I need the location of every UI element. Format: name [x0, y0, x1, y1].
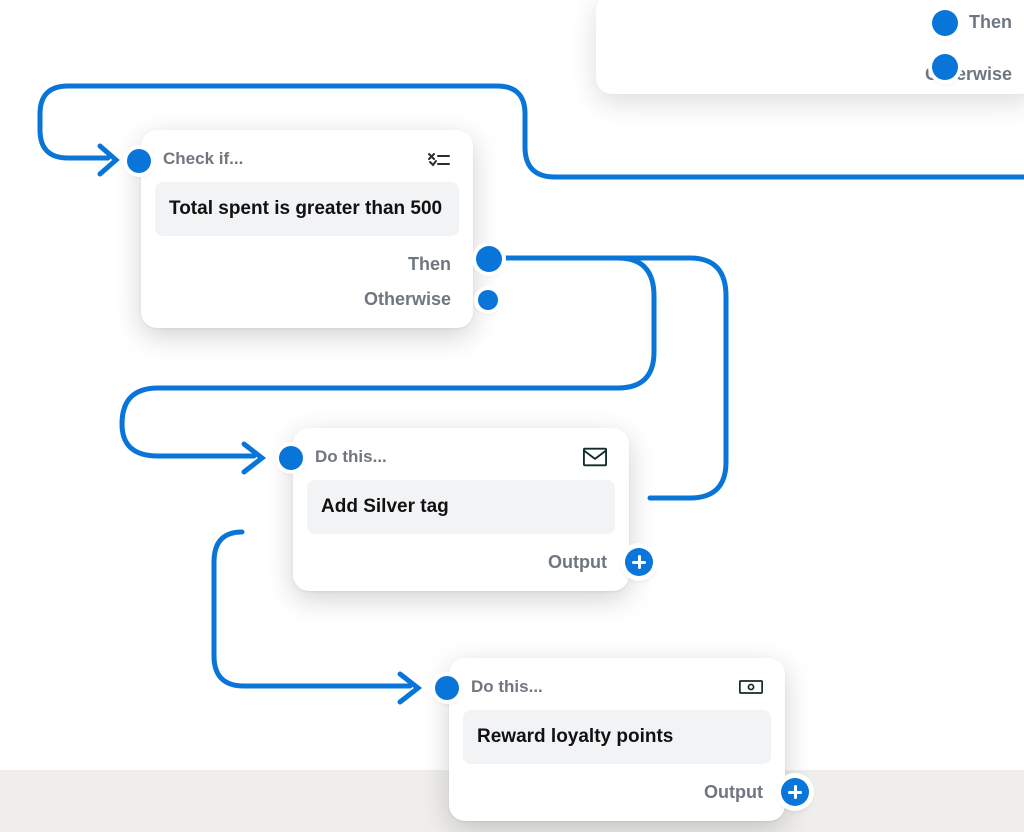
- otherwise-port-label: Otherwise: [364, 289, 451, 310]
- card-header: Do this...: [315, 447, 387, 467]
- otherwise-port[interactable]: [932, 54, 958, 80]
- action-card-add-silver-tag[interactable]: Do this... Add Silver tag Output: [293, 428, 629, 591]
- card-header: Check if...: [163, 149, 243, 169]
- action-card-reward-loyalty[interactable]: Do this... Reward loyalty points Output: [449, 658, 785, 821]
- upstream-condition-card[interactable]: Then Otherwise: [596, 0, 1024, 94]
- action-input-port[interactable]: [279, 446, 303, 470]
- then-port[interactable]: [932, 10, 958, 36]
- then-port-label: Then: [969, 12, 1012, 33]
- flow-canvas[interactable]: Then Otherwise Check if... Total spent i…: [0, 0, 1024, 832]
- action-input-port[interactable]: [435, 676, 459, 700]
- condition-card[interactable]: Check if... Total spent is greater than …: [141, 130, 473, 328]
- condition-icon: [427, 148, 451, 170]
- condition-expression[interactable]: Total spent is greater than 500: [155, 182, 459, 236]
- payment-icon: [739, 676, 763, 698]
- output-port-label: Output: [548, 552, 607, 573]
- then-port-label: Then: [408, 254, 451, 275]
- output-port-label: Output: [704, 782, 763, 803]
- card-header: Do this...: [471, 677, 543, 697]
- add-output-button[interactable]: [781, 778, 809, 806]
- condition-input-port[interactable]: [127, 149, 151, 173]
- action-expression[interactable]: Reward loyalty points: [463, 710, 771, 764]
- mail-icon: [583, 446, 607, 468]
- action-expression[interactable]: Add Silver tag: [307, 480, 615, 534]
- add-output-button[interactable]: [625, 548, 653, 576]
- otherwise-port[interactable]: [478, 290, 498, 310]
- then-port[interactable]: [476, 246, 502, 272]
